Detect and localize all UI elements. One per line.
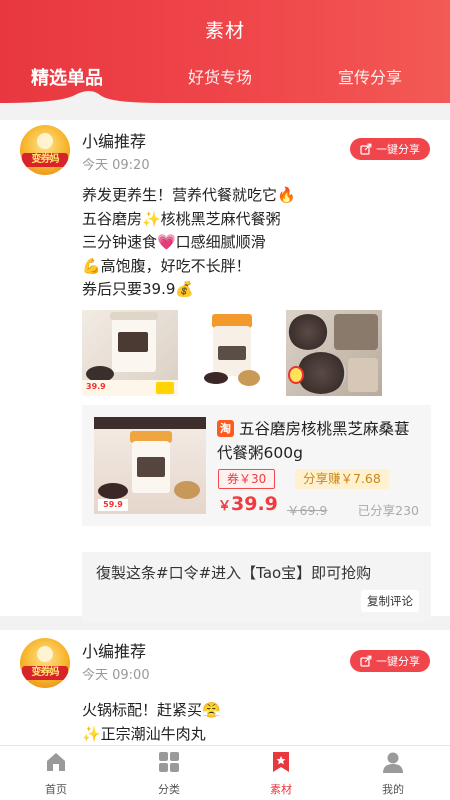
author-name: 小编推荐 <box>82 132 147 151</box>
product-image-3[interactable] <box>286 310 382 396</box>
material-icon <box>273 752 289 772</box>
avatar: 变券妈 <box>20 125 70 175</box>
nav-label: 我的 <box>382 783 404 796</box>
product-image-2[interactable] <box>184 310 280 396</box>
nav-category[interactable]: 分类 <box>129 750 209 797</box>
author-name: 小编推荐 <box>82 642 147 661</box>
bottom-navigation: 首页 分类 素材 我的 <box>0 745 450 800</box>
tab-bar: 精选单品 好货专场 宣传分享 <box>0 52 450 103</box>
avatar: 变券妈 <box>20 638 70 688</box>
post-line: 💪高饱腹，好吃不长胖！ <box>82 256 251 275</box>
current-price: ￥39.9 <box>218 493 278 515</box>
copy-comment-button[interactable]: 复制评论 <box>361 590 419 612</box>
share-button-label: 一键分享 <box>376 655 420 668</box>
post-time: 今天 09:20 <box>82 158 150 173</box>
product-title: 五谷磨房核桃黑芝麻桑葚代餐粥600g <box>217 420 410 462</box>
share-icon <box>360 655 372 667</box>
material-feed[interactable]: 变券妈 小编推荐 今天 09:20 一键分享 养发更养生！营养代餐就吃它🔥 五谷… <box>0 103 450 745</box>
category-icon <box>159 752 179 772</box>
top-header: 素材 精选单品 好货专场 宣传分享 <box>0 0 450 103</box>
nav-label: 分类 <box>158 783 180 796</box>
original-price: ￥69.9 <box>287 503 328 518</box>
one-click-share-button[interactable]: 一键分享 <box>350 650 430 672</box>
coupon-badge: 券￥30 <box>218 469 276 489</box>
post-line: 五谷磨房✨核桃黑芝麻代餐粥 <box>82 209 281 228</box>
shared-count: 已分享230 <box>357 503 419 518</box>
home-icon <box>47 753 65 771</box>
post-line: 火锅标配！赶紧买😤 <box>82 701 221 719</box>
post-line: 养发更养生！营养代餐就吃它🔥 <box>82 186 296 204</box>
post-body-text: 养发更养生！营养代餐就吃它🔥 五谷磨房✨核桃黑芝麻代餐粥 三分钟速食💗口感细腻顺… <box>82 184 296 302</box>
nav-home[interactable]: 首页 <box>16 750 96 797</box>
profile-icon <box>383 752 403 773</box>
nav-material[interactable]: 素材 <box>241 750 321 797</box>
post-line: 券后只要39.9💰 <box>82 280 195 298</box>
post-body-text: 火锅标配！赶紧买😤 ✨正宗潮汕牛肉丸 <box>82 699 221 745</box>
active-tab-indicator <box>0 91 160 103</box>
post-line: 三分钟速食💗口感细腻顺滑 <box>82 233 266 251</box>
image-gallery: 39.9 <box>82 310 382 396</box>
one-click-share-button[interactable]: 一键分享 <box>350 138 430 160</box>
share-button-label: 一键分享 <box>376 143 420 156</box>
nav-label: 素材 <box>270 783 292 796</box>
post-card: 变券妈 小编推荐 今天 09:00 一键分享 火锅标配！赶紧买😤 ✨正宗潮汕牛肉… <box>0 630 450 745</box>
post-card: 变券妈 小编推荐 今天 09:20 一键分享 养发更养生！营养代餐就吃它🔥 五谷… <box>0 120 450 622</box>
nav-profile[interactable]: 我的 <box>353 750 433 797</box>
product-thumbnail[interactable]: 59.9 <box>94 417 206 514</box>
product-card[interactable]: 59.9 淘 五谷磨房核桃黑芝麻桑葚代餐粥600g 券￥30 分享赚￥7.68 … <box>82 405 431 526</box>
command-text: 復製这条#口令#进入【Tao宝】即可抢购 <box>96 564 372 582</box>
post-line: ✨正宗潮汕牛肉丸 <box>82 724 206 743</box>
share-icon <box>360 143 372 155</box>
comment-command-box: 復製这条#口令#进入【Tao宝】即可抢购 复制评论 <box>82 552 431 622</box>
page-title: 素材 <box>204 20 245 42</box>
nav-label: 首页 <box>45 783 67 796</box>
post-time: 今天 09:00 <box>82 668 150 683</box>
product-image-1[interactable]: 39.9 <box>82 310 178 396</box>
share-earn-badge: 分享赚￥7.68 <box>295 469 389 489</box>
